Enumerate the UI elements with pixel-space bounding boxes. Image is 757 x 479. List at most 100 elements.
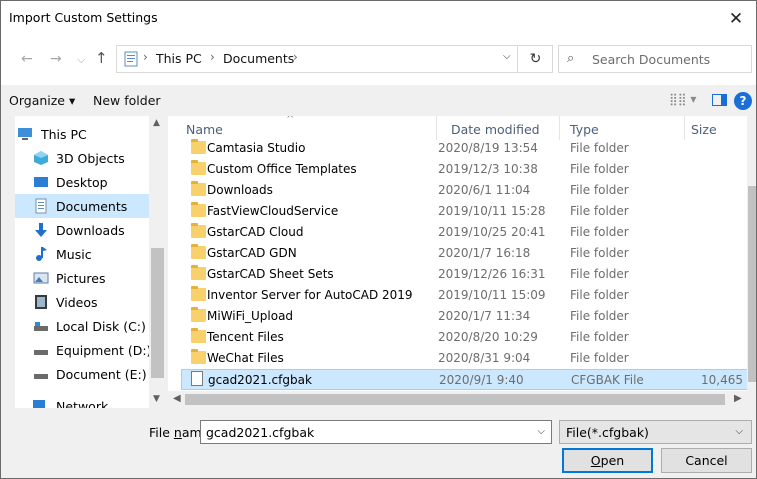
- sidebar-item-equipment-d[interactable]: Equipment (D:): [15, 338, 149, 362]
- file-list-vertical-scrollbar[interactable]: [747, 116, 756, 408]
- sidebar-item-label: Pictures: [56, 271, 106, 286]
- sidebar-item-local-disk-c[interactable]: Local Disk (C:): [15, 314, 149, 338]
- table-row[interactable]: Custom Office Templates 2019/12/3 10:38 …: [181, 159, 753, 180]
- file-name: Tencent Files: [207, 330, 284, 344]
- file-name: GstarCAD Sheet Sets: [207, 267, 334, 281]
- navigation-pane-scrollbar[interactable]: ▲ ▼: [149, 116, 166, 408]
- chevron-down-icon[interactable]: ⌵: [735, 426, 743, 437]
- pc-icon: [18, 128, 32, 140]
- scrollbar-thumb[interactable]: [748, 186, 756, 382]
- sidebar-item-this-pc[interactable]: This PC: [15, 122, 149, 146]
- folder-icon: [191, 286, 206, 301]
- organize-button[interactable]: Organize ▾: [9, 93, 75, 108]
- table-row[interactable]: WeChat Files 2020/8/31 9:04 File folder: [181, 348, 753, 369]
- sidebar-item-desktop[interactable]: Desktop: [15, 170, 149, 194]
- file-date: 2019/10/11 15:09: [438, 288, 546, 302]
- table-row-selected[interactable]: gcad2021.cfgbak 2020/9/1 9:40 CFGBAK Fil…: [181, 369, 754, 390]
- sidebar-item-music[interactable]: Music: [15, 242, 149, 266]
- drive-icon: [34, 374, 48, 379]
- file-type-filter[interactable]: File(*.cfgbak) ⌵: [559, 420, 752, 444]
- change-view-icon[interactable]: ⣿⣿ ▾: [669, 92, 696, 106]
- file-name: Custom Office Templates: [207, 162, 357, 176]
- import-dialog: Import Custom Settings ✕ ← → ⌵ ↑ › This …: [0, 0, 757, 479]
- sidebar-item-videos[interactable]: Videos: [15, 290, 149, 314]
- scrollbar-thumb[interactable]: [151, 248, 164, 378]
- back-arrow-icon[interactable]: ←: [21, 51, 33, 67]
- scroll-left-icon[interactable]: ◀: [173, 393, 181, 404]
- sidebar-item-label: 3D Objects: [56, 151, 125, 166]
- preview-pane-icon[interactable]: [712, 94, 727, 106]
- drive-icon: [34, 322, 48, 331]
- help-icon[interactable]: ?: [734, 92, 752, 110]
- table-row[interactable]: Downloads 2020/6/1 11:04 File folder: [181, 180, 753, 201]
- recent-locations-icon[interactable]: ⌵: [77, 53, 85, 67]
- sidebar-item-3d-objects[interactable]: 3D Objects: [15, 146, 149, 170]
- column-header-date[interactable]: Date modified: [451, 122, 540, 137]
- sidebar-item-downloads[interactable]: Downloads: [15, 218, 149, 242]
- column-divider[interactable]: [684, 116, 685, 140]
- scroll-down-icon[interactable]: ▼: [153, 394, 160, 404]
- sidebar-item-label: Document (E:): [56, 367, 147, 382]
- column-header-size[interactable]: Size: [691, 122, 717, 137]
- refresh-icon[interactable]: ↻: [517, 46, 553, 72]
- file-type: File folder: [570, 309, 629, 323]
- sidebar-item-label: Desktop: [56, 175, 108, 190]
- address-bar[interactable]: › This PC › Documents › ⌵ ↻: [116, 45, 553, 73]
- file-type: File folder: [570, 351, 629, 365]
- open-button[interactable]: Open: [562, 448, 653, 473]
- sidebar-item-label: Videos: [56, 295, 98, 310]
- table-row[interactable]: GstarCAD Cloud 2019/10/25 20:41 File fol…: [181, 222, 753, 243]
- table-row[interactable]: Inventor Server for AutoCAD 2019 2019/10…: [181, 285, 753, 306]
- documents-icon: [35, 198, 47, 214]
- scroll-up-icon[interactable]: ▲: [153, 118, 160, 128]
- chevron-down-icon[interactable]: ⌵: [537, 426, 545, 437]
- table-row[interactable]: GstarCAD GDN 2020/1/7 16:18 File folder: [181, 243, 753, 264]
- folder-icon: [191, 244, 206, 259]
- desktop-icon: [34, 177, 48, 187]
- file-type: File folder: [570, 162, 629, 176]
- sort-ascending-icon: ^: [286, 116, 295, 125]
- close-icon[interactable]: ✕: [716, 1, 756, 37]
- table-row[interactable]: Camtasia Studio 2020/8/19 13:54 File fol…: [181, 138, 753, 159]
- file-name: Downloads: [207, 183, 273, 197]
- column-header-name[interactable]: Name: [186, 122, 223, 137]
- breadcrumb-this-pc[interactable]: This PC: [156, 51, 202, 66]
- column-divider[interactable]: [436, 116, 437, 140]
- sidebar-item-documents[interactable]: Documents: [15, 194, 149, 218]
- scrollbar-thumb[interactable]: [185, 394, 725, 405]
- sidebar-item-pictures[interactable]: Pictures: [15, 266, 149, 290]
- folder-icon: [191, 328, 206, 343]
- sidebar-item-label: Music: [56, 247, 92, 262]
- new-folder-button[interactable]: New folder: [93, 93, 161, 108]
- column-divider[interactable]: [559, 116, 560, 140]
- sidebar-item-label: Local Disk (C:): [56, 319, 146, 334]
- forward-arrow-icon[interactable]: →: [50, 51, 62, 67]
- network-icon: [33, 400, 45, 408]
- file-name: MiWiFi_Upload: [207, 309, 294, 323]
- file-date: 2020/9/1 9:40: [439, 373, 524, 387]
- window-title: Import Custom Settings: [9, 10, 158, 25]
- up-arrow-icon[interactable]: ↑: [95, 49, 108, 67]
- file-type: File folder: [570, 288, 629, 302]
- column-header-type[interactable]: Type: [570, 122, 599, 137]
- address-dropdown-icon[interactable]: ⌵: [503, 51, 511, 62]
- sidebar-item-document-e[interactable]: Document (E:): [15, 362, 149, 386]
- table-row[interactable]: GstarCAD Sheet Sets 2019/12/26 16:31 Fil…: [181, 264, 753, 285]
- search-icon: ⌕: [567, 51, 575, 66]
- table-row[interactable]: FastViewCloudService 2019/10/11 15:28 Fi…: [181, 201, 753, 222]
- sidebar-item-network[interactable]: Network: [15, 394, 149, 408]
- scroll-right-icon[interactable]: ▶: [734, 393, 742, 404]
- sidebar-item-label: Documents: [56, 199, 128, 214]
- file-type: File folder: [570, 141, 629, 155]
- file-name: WeChat Files: [207, 351, 284, 365]
- breadcrumb-documents[interactable]: Documents: [223, 51, 294, 66]
- file-name-input[interactable]: gcad2021.cfgbak ⌵: [200, 420, 552, 444]
- search-box[interactable]: ⌕ Search Documents: [558, 45, 752, 73]
- table-row[interactable]: MiWiFi_Upload 2020/1/7 11:34 File folder: [181, 306, 753, 327]
- sidebar-item-label: Equipment (D:): [56, 343, 149, 358]
- file-list-horizontal-scrollbar[interactable]: ◀ ▶: [168, 391, 747, 408]
- table-row[interactable]: Tencent Files 2020/8/20 10:29 File folde…: [181, 327, 753, 348]
- file-type-filter-value: File(*.cfgbak): [566, 425, 649, 440]
- cancel-button[interactable]: Cancel: [661, 448, 752, 473]
- folder-icon: [191, 349, 206, 364]
